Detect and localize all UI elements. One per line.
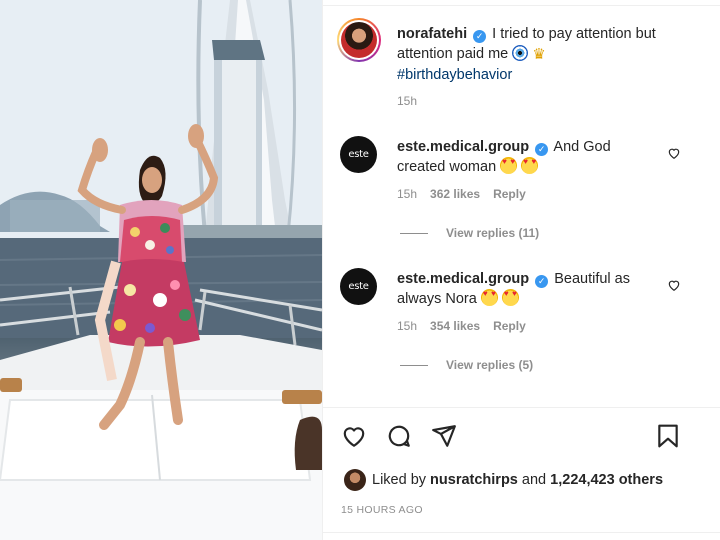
post-caption: norafatehi ✓ I tried to pay attention bu… — [397, 24, 667, 85]
view-replies-label: View replies (11) — [446, 226, 540, 240]
liked-by-prefix: Liked by — [372, 472, 427, 488]
save-bookmark-icon[interactable] — [655, 423, 681, 449]
comment-body: este.medical.group ✓ And God created wom… — [397, 137, 647, 177]
heart-eyes-emoji-icon — [521, 157, 539, 174]
comment-username[interactable]: este.medical.group — [397, 271, 529, 287]
view-replies-button[interactable]: View replies (5) — [400, 358, 533, 372]
comment-avatar[interactable]: este — [340, 136, 377, 173]
caption-timestamp[interactable]: 15h — [397, 94, 417, 108]
like-heart-icon[interactable] — [341, 423, 367, 449]
share-paper-plane-icon[interactable] — [431, 423, 457, 449]
bottom-divider — [322, 532, 720, 533]
nazar-eye-emoji-icon — [512, 45, 529, 61]
liker-username[interactable]: nusratchirps — [430, 472, 518, 488]
comment-body: este.medical.group ✓ Beautiful as always… — [397, 269, 647, 309]
post-photo — [0, 0, 322, 540]
likes-count[interactable]: 1,224,423 others — [550, 472, 663, 488]
comment-likes[interactable]: 362 likes — [430, 187, 480, 201]
reply-button[interactable]: Reply — [493, 187, 526, 201]
post-age[interactable]: 15 HOURS AGO — [341, 504, 423, 516]
verified-badge-icon: ✓ — [535, 143, 549, 156]
hashtag-link[interactable]: #birthdaybehavior — [397, 67, 512, 83]
verified-badge-icon: ✓ — [473, 30, 487, 43]
post-media[interactable] — [0, 0, 322, 540]
comment-username[interactable]: este.medical.group — [397, 139, 529, 155]
comment-like-heart-icon[interactable] — [667, 278, 681, 292]
replies-divider-line — [400, 232, 428, 234]
comment-meta: 15h 354 likes Reply — [397, 319, 526, 333]
comment-timestamp[interactable]: 15h — [397, 187, 417, 201]
verified-badge-icon: ✓ — [535, 275, 549, 288]
actions-divider — [322, 407, 720, 408]
liker-avatar[interactable] — [344, 469, 366, 491]
comment-bubble-icon[interactable] — [386, 423, 412, 449]
top-divider — [322, 0, 720, 6]
heart-eyes-emoji-icon — [500, 157, 518, 174]
heart-eyes-emoji-icon — [501, 289, 519, 306]
comment-avatar[interactable]: este — [340, 268, 377, 305]
author-username[interactable]: norafatehi — [397, 26, 467, 42]
comment-timestamp[interactable]: 15h — [397, 319, 417, 333]
view-replies-button[interactable]: View replies (11) — [400, 226, 539, 240]
liked-by-and: and — [521, 472, 547, 488]
crown-emoji-icon: ♛ — [532, 46, 546, 63]
author-avatar[interactable] — [337, 18, 381, 62]
heart-eyes-emoji-icon — [480, 289, 498, 306]
comment-like-heart-icon[interactable] — [667, 146, 681, 160]
liked-by-row: Liked by nusratchirps and 1,224,423 othe… — [344, 469, 663, 491]
comment-likes[interactable]: 354 likes — [430, 319, 480, 333]
view-replies-label: View replies (5) — [446, 358, 534, 372]
reply-button[interactable]: Reply — [493, 319, 526, 333]
comment-meta: 15h 362 likes Reply — [397, 187, 526, 201]
replies-divider-line — [400, 364, 428, 366]
